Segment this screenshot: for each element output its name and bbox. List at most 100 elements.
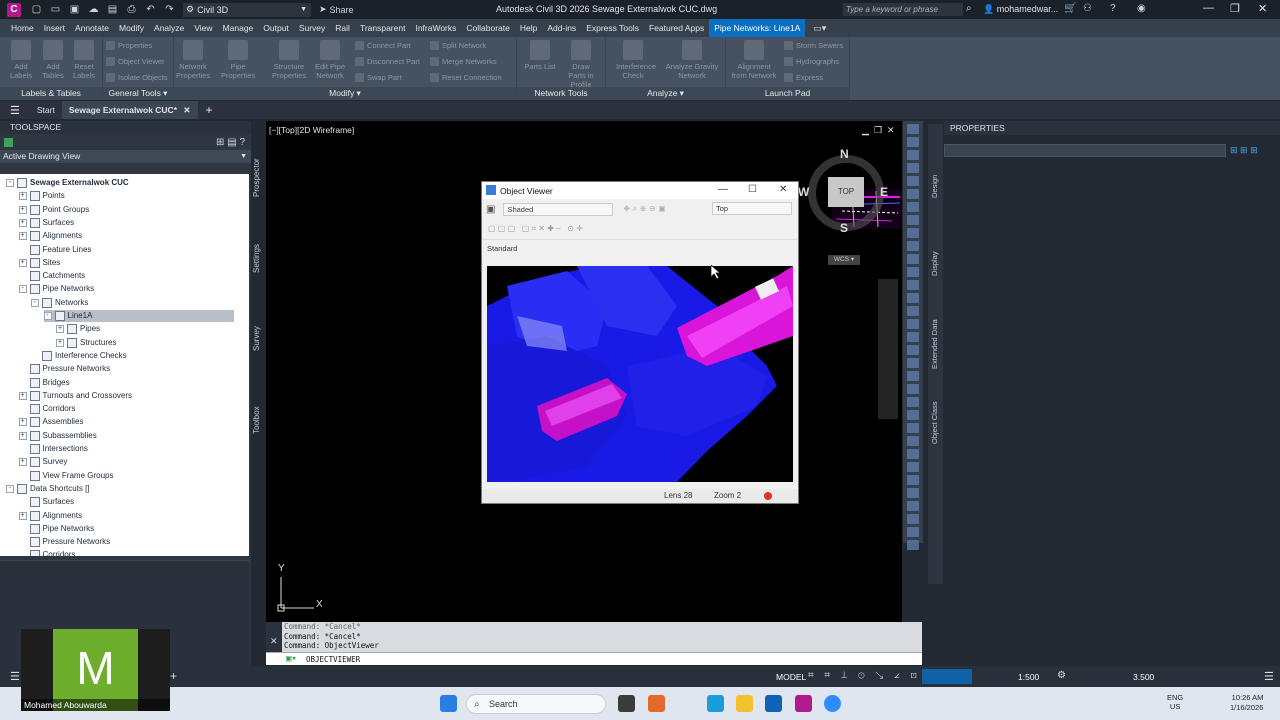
ribbon-tab[interactable]: Manage	[218, 19, 259, 37]
cart-icon[interactable]: 🛒	[1064, 3, 1076, 14]
palette-tool-icon[interactable]	[907, 228, 919, 238]
palette-tool-icon[interactable]	[907, 527, 919, 537]
palette-tool-icon[interactable]	[907, 462, 919, 472]
palette-tool-icon[interactable]	[907, 163, 919, 173]
palette-tool-icon[interactable]	[907, 384, 919, 394]
visual-style-dropdown[interactable]: Shaded	[503, 202, 614, 216]
customize-icon[interactable]: ☰	[1264, 670, 1274, 683]
isolate-objects-button[interactable]: Isolate Objects	[106, 73, 168, 82]
palette-tool-icon[interactable]	[907, 215, 919, 225]
tree-expander-icon[interactable]: +	[18, 258, 27, 267]
hamburger-menu-icon[interactable]: ☰	[0, 104, 30, 117]
tree-item[interactable]: - Pipe Networks	[18, 283, 94, 295]
elevation-value[interactable]: 3.500	[1133, 672, 1154, 682]
tree-expander-icon[interactable]: +	[18, 192, 27, 201]
redo-icon[interactable]: ↷	[162, 2, 177, 17]
analyze-gravity-network-button[interactable]: Analyze Gravity Network	[664, 40, 720, 80]
palette-tool-icon[interactable]	[907, 202, 919, 212]
civil3d-taskbar-icon[interactable]	[795, 695, 812, 712]
swap-part-button[interactable]: Swap Part	[355, 73, 402, 82]
tree-item[interactable]: Catchments	[19, 270, 85, 282]
compass-s[interactable]: S	[840, 221, 848, 235]
structure-properties-button[interactable]: Structure Properties	[272, 40, 306, 80]
ribbon-tab[interactable]: Annotate	[70, 19, 114, 37]
active-drawing-view-dropdown[interactable]: Active Drawing View ▼	[0, 150, 251, 163]
navigation-bar[interactable]	[878, 279, 898, 419]
ribbon-tab[interactable]: Home	[6, 19, 39, 37]
reset-connection-button[interactable]: Reset Connection	[430, 73, 502, 82]
minimize-icon[interactable]: —	[1203, 2, 1214, 14]
tree-item[interactable]: + Alignments	[18, 230, 82, 242]
split-network-button[interactable]: Split Network	[430, 41, 486, 50]
palette-tool-icon[interactable]	[907, 189, 919, 199]
view-dropdown[interactable]: Top	[712, 202, 792, 215]
reset-labels-button[interactable]: Reset Labels	[67, 40, 101, 80]
palette-tool-icon[interactable]	[907, 436, 919, 446]
wcs-dropdown[interactable]: WCS ▾	[828, 255, 860, 265]
close-icon[interactable]: ✕	[779, 184, 787, 195]
tree-item[interactable]: + Turnouts and Crossovers	[18, 390, 132, 402]
tree-item[interactable]: - Data Shortcuts []	[6, 483, 90, 495]
tree-item[interactable]: + Assemblies	[18, 416, 83, 428]
share-button[interactable]: ➤ Share	[319, 4, 354, 15]
tree-expander-icon[interactable]: -	[6, 179, 14, 187]
palette-tool-icon[interactable]	[907, 475, 919, 485]
tab-survey[interactable]: Survey	[252, 326, 262, 352]
tree-item[interactable]: Pipe Networks	[19, 523, 94, 535]
palette-tool-icon[interactable]	[907, 540, 919, 550]
tab-toolbox[interactable]: Toolbox	[252, 405, 262, 435]
tree-item[interactable]: - Networks	[31, 297, 88, 309]
palette-tool-icon[interactable]	[907, 488, 919, 498]
tree-item[interactable]: + Points	[18, 190, 65, 202]
ribbon-tab[interactable]: Rail	[330, 19, 355, 37]
people-icon[interactable]: ⚇	[1083, 3, 1092, 14]
object-viewer-button[interactable]: Object Viewer	[106, 57, 165, 66]
gear-icon[interactable]: ⚙	[1057, 670, 1066, 681]
object-viewer-3d-view[interactable]	[487, 266, 793, 482]
palette-tool-icon[interactable]	[907, 137, 919, 147]
toolspace-icon[interactable]	[4, 137, 13, 147]
compass-w[interactable]: W	[798, 185, 809, 199]
ribbon-group-title[interactable]: Analyze ▾	[606, 87, 725, 100]
close-icon[interactable]: ✕	[1258, 2, 1267, 15]
tab-settings[interactable]: Settings	[252, 244, 262, 274]
save-as-icon[interactable]: ▤	[105, 2, 120, 17]
palette-tool-icon[interactable]	[907, 241, 919, 251]
ribbon-tab[interactable]: View	[189, 19, 217, 37]
toolspace-tools-icons[interactable]: ⊞ ▤ ?	[216, 137, 245, 148]
express-button[interactable]: Express	[784, 73, 823, 82]
interference-check-button[interactable]: Interference Check	[616, 40, 656, 80]
palette-tool-icon[interactable]	[907, 267, 919, 277]
compass-e[interactable]: E	[880, 185, 888, 199]
viewport-controls-label[interactable]: [−][Top][2D Wireframe]	[269, 125, 354, 135]
ribbon-tab[interactable]: Output	[258, 19, 294, 37]
tree-expander-icon[interactable]: -	[18, 285, 27, 294]
zoom-icon[interactable]	[824, 695, 841, 712]
tree-item[interactable]: Surfaces	[19, 496, 74, 508]
close-icon[interactable]: ✕	[270, 636, 278, 647]
object-selection-dropdown[interactable]	[944, 144, 1226, 157]
save-icon[interactable]: ▣	[486, 204, 495, 215]
help-search-input[interactable]: Type a keyword or phrase	[843, 3, 963, 16]
palette-tool-icon[interactable]	[907, 345, 919, 355]
tree-item[interactable]: + Alignments	[18, 510, 82, 522]
hydrographs-button[interactable]: Hydrographs	[784, 57, 839, 66]
help-icon[interactable]: ?	[239, 137, 245, 148]
viewport-restore-icon[interactable]: ❐	[874, 125, 882, 136]
workspace-dropdown[interactable]: ⚙ Civil 3D ▼	[183, 2, 311, 17]
add-tables-button[interactable]: Add Tables	[36, 40, 70, 80]
palette-tool-icon[interactable]	[907, 332, 919, 342]
tree-item[interactable]: + Pipes	[56, 323, 100, 335]
properties-button[interactable]: Properties	[106, 41, 152, 50]
ribbon-tab[interactable]: Transparent	[355, 19, 411, 37]
tree-item[interactable]: - Sewage Externalwok CUC	[6, 177, 129, 189]
windows-start-icon[interactable]	[440, 695, 457, 712]
edge-icon[interactable]	[707, 695, 724, 712]
restore-icon[interactable]: ❐	[1230, 2, 1240, 15]
model-space-button[interactable]: MODEL	[776, 672, 806, 682]
palette-tool-icon[interactable]	[907, 449, 919, 459]
maximize-icon[interactable]: ☐	[748, 184, 757, 195]
add-labels-button[interactable]: Add Labels	[4, 40, 38, 80]
tree-item[interactable]: Pressure Networks	[19, 536, 110, 548]
tree-item[interactable]: + Survey	[18, 456, 67, 468]
